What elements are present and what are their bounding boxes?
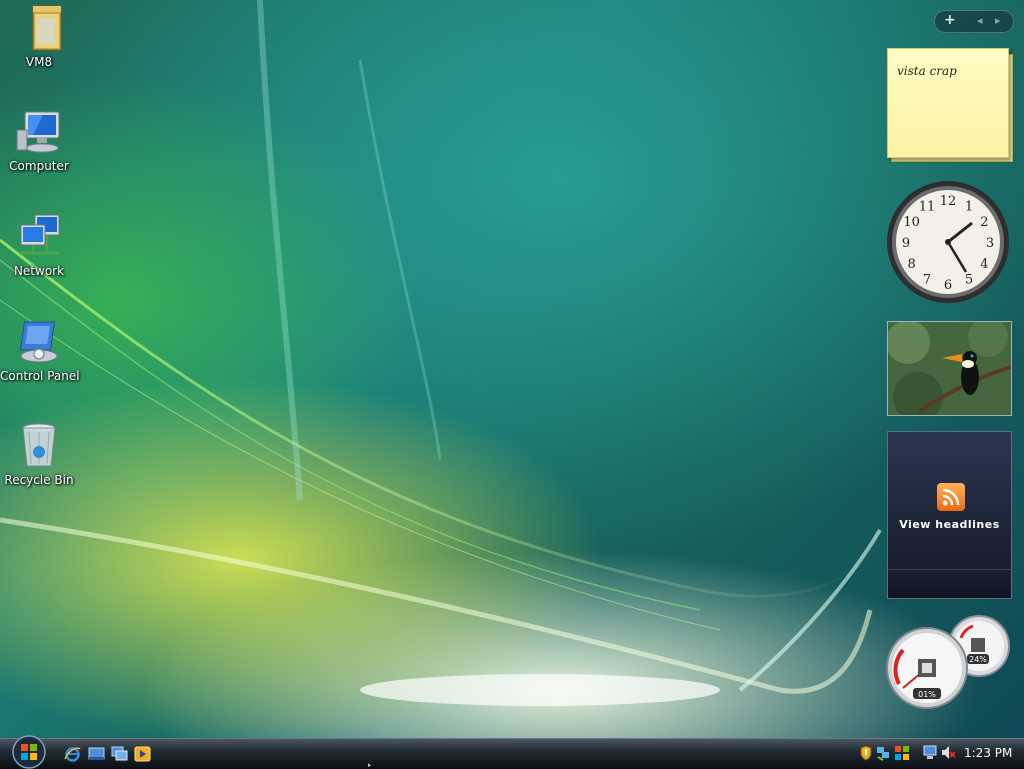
clock-numeral: 9 [902,236,910,251]
clock-numeral: 3 [986,236,994,251]
clock-numeral: 6 [944,278,952,293]
notes-gadget[interactable]: vista crap [887,48,1009,158]
clock-numeral: 2 [980,215,988,230]
cpu-meter-gadget[interactable]: 24% 01% [885,614,1013,710]
add-gadget-button[interactable]: + [944,12,956,28]
desktop-icon-vm8[interactable]: VM8 [0,4,78,69]
mouse-cursor [368,762,374,768]
desktop-background: VM8 Computer Network Control Panel Recyc… [0,0,1024,738]
desktop-icon-label: Recycle Bin [4,473,74,487]
taskbar-clock[interactable]: 1:23 PM [964,746,1012,760]
rss-icon [937,483,965,511]
network-status-icon[interactable] [922,744,938,762]
clock-numeral: 4 [980,257,988,272]
system-tray: 1:23 PM [852,740,1024,768]
computer-icon [16,111,60,153]
clock-numeral: 11 [919,200,936,215]
clock-gadget[interactable]: 12 12 3 45678 9 1011 [886,180,1010,304]
slideshow-gadget[interactable] [887,321,1012,416]
wallpaper-streaks [0,0,888,706]
memory-percent: 24% [969,655,987,664]
show-desktop-icon[interactable] [88,746,105,762]
security-shield-icon[interactable] [860,745,872,761]
control-panel-icon [19,321,58,363]
desktop-icon-control-panel[interactable]: Control Panel [0,318,80,383]
toucan-photo [888,322,1011,415]
switch-windows-icon[interactable] [111,746,128,762]
folder-icon [32,5,62,51]
desktop-icon-computer[interactable]: Computer [0,108,78,173]
clock-numeral: 7 [923,272,931,287]
note-text[interactable]: vista crap [897,64,957,78]
clock-numeral: 10 [903,215,920,230]
sidebar-controls: + ◂ ▸ [934,10,1014,33]
desktop-icon-label: Computer [9,159,69,173]
desktop-icon-label: VM8 [25,55,53,69]
media-player-icon[interactable] [134,746,151,762]
network-icon [19,214,60,255]
feed-gadget-footer [888,569,1011,598]
view-headlines-label[interactable]: View headlines [888,518,1011,531]
desktop-icon-network[interactable]: Network [0,213,78,278]
clock-numeral: 12 [940,194,957,209]
desktop-icon-label: Network [13,264,65,278]
network-tray-icon[interactable] [876,745,890,761]
desktop-icon-label: Control Panel [0,369,80,383]
volume-muted-icon[interactable] [940,744,956,762]
feed-headlines-gadget[interactable]: View headlines [887,431,1012,599]
clock-numeral: 5 [965,272,973,287]
sidebar-next-button[interactable]: ▸ [995,14,1001,27]
start-button[interactable] [8,735,50,769]
recycle-bin-icon [22,423,56,467]
clock-numeral: 1 [965,200,973,215]
sidebar-prev-button[interactable]: ◂ [977,14,983,27]
cpu-percent: 01% [918,690,936,699]
internet-explorer-icon[interactable] [64,746,81,762]
clock-numeral: 8 [907,257,915,272]
desktop-icon-recycle-bin[interactable]: Recycle Bin [0,422,78,487]
updates-icon[interactable] [894,745,910,761]
